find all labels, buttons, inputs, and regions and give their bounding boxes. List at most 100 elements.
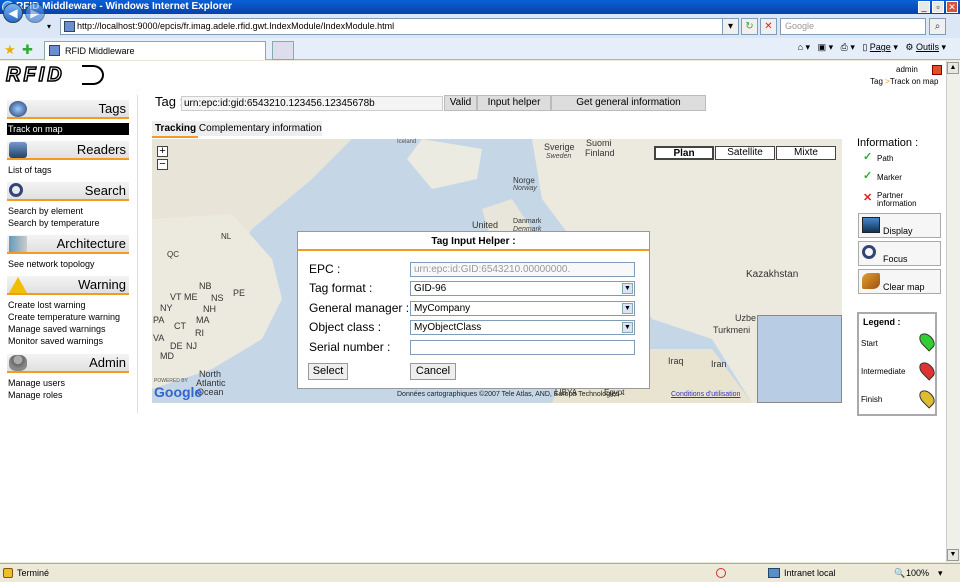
history-dropdown-icon[interactable]: ▾ bbox=[47, 22, 51, 31]
users-icon bbox=[9, 355, 27, 371]
map-label: NH bbox=[203, 304, 216, 314]
zoom-in-button[interactable]: + bbox=[157, 146, 168, 157]
map-type-plan[interactable]: Plan bbox=[654, 146, 714, 160]
input-helper-button[interactable]: Input helper bbox=[477, 95, 551, 111]
search-input[interactable]: Google bbox=[780, 18, 926, 35]
map-label: Iraq bbox=[668, 356, 684, 366]
forward-icon[interactable]: ▶ bbox=[25, 3, 45, 23]
section-title: Admin bbox=[89, 355, 126, 370]
zoom-icon[interactable]: 🔍 bbox=[894, 564, 905, 582]
valid-button[interactable]: Valid bbox=[444, 95, 477, 111]
cancel-button[interactable]: Cancel bbox=[410, 363, 456, 380]
sidebar-item-search-by-element[interactable]: Search by element bbox=[8, 205, 83, 217]
general-info-button[interactable]: Get general information bbox=[551, 95, 706, 111]
info-marker[interactable]: ✓ Marker bbox=[863, 171, 902, 182]
stop-icon[interactable]: ✕ bbox=[760, 18, 777, 35]
sidebar-section-readers[interactable]: Readers bbox=[7, 141, 129, 160]
info-partner-label: Partner information bbox=[877, 191, 917, 208]
tag-format-label: Tag format : bbox=[309, 281, 373, 295]
refresh-icon[interactable]: ↻ bbox=[741, 18, 758, 35]
select-button[interactable]: Select bbox=[308, 363, 348, 380]
feeds-icon[interactable]: ▣ bbox=[818, 42, 827, 52]
scroll-down-icon[interactable]: ▼ bbox=[947, 549, 959, 561]
network-icon bbox=[9, 236, 27, 252]
tab-complementary[interactable]: Complementary information bbox=[199, 123, 322, 134]
page-icon bbox=[49, 45, 60, 56]
chevron-down-icon[interactable]: ▼ bbox=[622, 303, 633, 314]
map-label: MD bbox=[160, 351, 174, 361]
tab-tracking[interactable]: Tracking bbox=[155, 123, 196, 134]
maximize-button[interactable]: ▫ bbox=[932, 1, 944, 13]
chevron-down-icon[interactable]: ▼ bbox=[622, 283, 633, 294]
sidebar-section-search[interactable]: Search bbox=[7, 182, 129, 201]
print-icon[interactable]: ⎙ bbox=[841, 42, 848, 52]
breadcrumb-tag[interactable]: Tag bbox=[870, 77, 883, 86]
add-favorites-icon[interactable]: ✚ bbox=[22, 42, 33, 58]
map-copyright: Données cartographiques ©2007 Tele Atlas… bbox=[397, 391, 624, 398]
monitor-icon bbox=[862, 217, 880, 233]
scroll-up-icon[interactable]: ▲ bbox=[947, 62, 959, 74]
sidebar-section-warning[interactable]: Warning bbox=[7, 276, 129, 295]
map-label: Norway bbox=[513, 185, 537, 192]
tag-input[interactable]: urn:epc:id:gid:6543210.123456.12345678b bbox=[181, 96, 443, 111]
back-icon[interactable]: ◀ bbox=[3, 3, 23, 23]
browser-tab-active[interactable]: RFID Middleware bbox=[44, 41, 266, 60]
sidebar-section-architecture[interactable]: Architecture bbox=[7, 235, 129, 254]
sidebar-item-manage-roles[interactable]: Manage roles bbox=[8, 389, 63, 401]
tag-format-select[interactable]: GID-96 ▼ bbox=[410, 281, 635, 296]
logout-icon[interactable] bbox=[932, 65, 942, 75]
sidebar-item-manage-users[interactable]: Manage users bbox=[8, 377, 65, 389]
vertical-scrollbar[interactable] bbox=[946, 61, 960, 562]
clear-label: Clear map bbox=[883, 282, 925, 292]
sidebar-divider bbox=[137, 95, 138, 413]
favorites-star-icon[interactable]: ★ bbox=[4, 42, 16, 58]
chevron-down-icon[interactable]: ▼ bbox=[622, 322, 633, 333]
page-menu[interactable]: ▯ Page ▾ bbox=[862, 42, 898, 52]
sidebar-item-network-topology[interactable]: See network topology bbox=[8, 258, 95, 270]
tools-menu[interactable]: ⚙ Outils ▾ bbox=[905, 42, 946, 52]
address-dropdown-icon[interactable]: ▾ bbox=[722, 18, 739, 35]
focus-icon bbox=[862, 245, 876, 259]
info-path[interactable]: ✓ Path bbox=[863, 152, 893, 163]
map-label: NL bbox=[221, 232, 232, 241]
new-tab-button[interactable] bbox=[272, 41, 294, 60]
sidebar-item-search-by-temperature[interactable]: Search by temperature bbox=[8, 217, 100, 229]
manager-select[interactable]: MyCompany ▼ bbox=[410, 301, 635, 316]
overview-map[interactable] bbox=[757, 315, 842, 403]
home-icon[interactable]: ⌂ bbox=[798, 42, 803, 52]
zoom-out-button[interactable]: − bbox=[157, 159, 168, 170]
map-type-mixte[interactable]: Mixte bbox=[776, 146, 836, 160]
map-label: Uzbe bbox=[735, 313, 757, 323]
focus-button[interactable]: Focus bbox=[858, 241, 941, 266]
display-button[interactable]: Display bbox=[858, 213, 941, 238]
object-class-select[interactable]: MyObjectClass ▼ bbox=[410, 320, 635, 335]
zoom-level[interactable]: 100% bbox=[906, 564, 929, 582]
sidebar-item-manage-saved-warnings[interactable]: Manage saved warnings bbox=[8, 323, 106, 335]
info-partner[interactable]: ✕ Partner information bbox=[863, 192, 933, 208]
sidebar-item-create-temperature-warning[interactable]: Create temperature warning bbox=[8, 311, 120, 323]
sidebar-item-list-of-tags[interactable]: List of tags bbox=[8, 164, 52, 176]
map-label: MA bbox=[196, 315, 210, 325]
serial-input[interactable] bbox=[410, 340, 635, 355]
warning-icon bbox=[9, 277, 27, 293]
epc-field[interactable]: urn:epc:id:GID:6543210.00000000. bbox=[410, 262, 635, 277]
close-button[interactable]: ✕ bbox=[946, 1, 958, 13]
map-label: Norge bbox=[513, 176, 535, 185]
search-icon[interactable]: ⌕ bbox=[929, 18, 946, 35]
minimize-button[interactable]: _ bbox=[918, 1, 930, 13]
legend-intermediate: Intermediate bbox=[861, 367, 906, 376]
sidebar-item-create-lost-warning[interactable]: Create lost warning bbox=[8, 299, 86, 311]
sidebar-section-tags[interactable]: Tags bbox=[7, 100, 129, 119]
zoom-dropdown-icon[interactable]: ▾ bbox=[938, 564, 943, 582]
map-type-satellite[interactable]: Satellite bbox=[715, 146, 775, 160]
sidebar-item-track-on-map[interactable]: Track on map bbox=[7, 123, 129, 135]
map-label: NJ bbox=[186, 341, 197, 351]
terms-link[interactable]: Conditions d'utilisation bbox=[671, 391, 740, 398]
address-bar[interactable]: http://localhost:9000/epcis/fr.imag.adel… bbox=[60, 18, 736, 35]
clear-map-button[interactable]: Clear map bbox=[858, 269, 941, 294]
sidebar-item-monitor-saved-warnings[interactable]: Monitor saved warnings bbox=[8, 335, 103, 347]
section-title: Architecture bbox=[56, 236, 126, 251]
sidebar-section-admin[interactable]: Admin bbox=[7, 354, 129, 373]
command-bar: ⌂ ▾ ▣ ▾ ⎙ ▾ ▯ Page ▾ ⚙ Outils ▾ bbox=[797, 42, 946, 52]
legend-finish: Finish bbox=[861, 395, 883, 404]
